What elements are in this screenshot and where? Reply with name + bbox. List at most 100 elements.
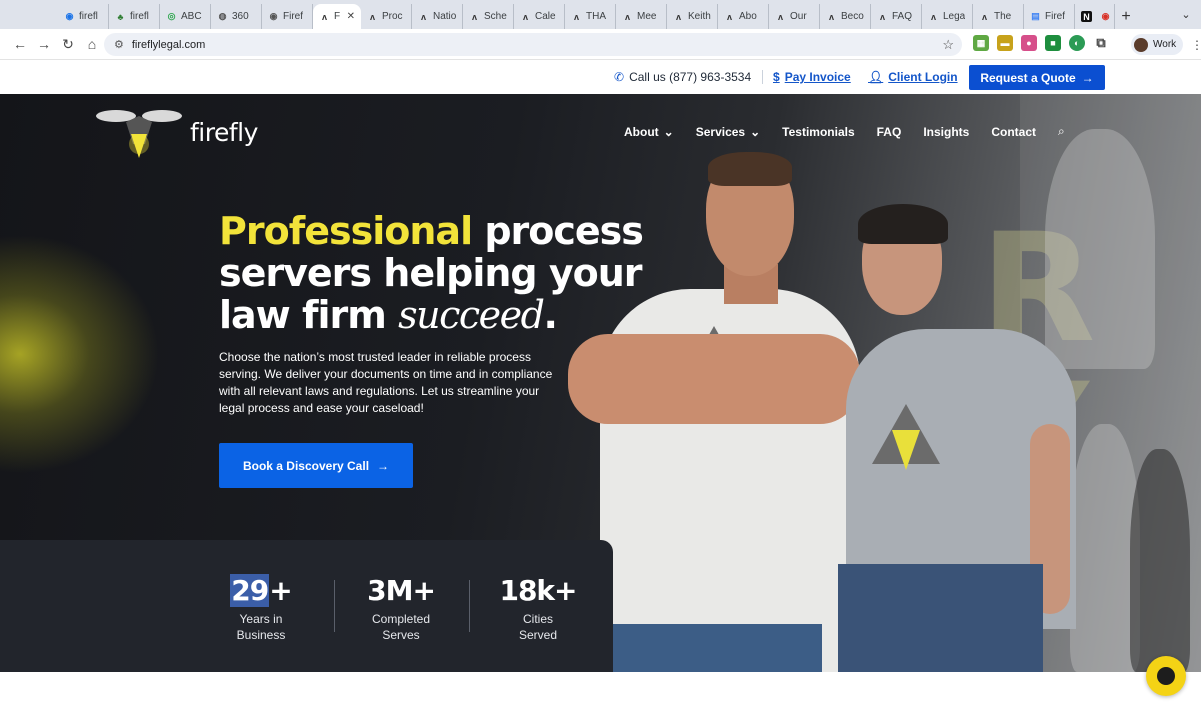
firefly-logo[interactable]: firefly — [96, 106, 258, 158]
call-us-link[interactable]: ✆ Call us (877) 963-3534 — [614, 70, 751, 84]
firefly-icon: ᴧ — [981, 11, 987, 22]
browser-tab[interactable]: ᴧ Natio — [412, 4, 463, 29]
request-quote-label: Request a Quote — [980, 70, 1076, 85]
browser-tab[interactable]: ᴧ Our — [769, 4, 820, 29]
back-arrow-icon[interactable]: ← — [8, 32, 32, 56]
site-info-icon[interactable]: ⚙ — [114, 38, 124, 51]
extension-card-icon[interactable]: ▬ — [997, 35, 1013, 51]
chevron-down-icon: ⌄ — [663, 124, 674, 139]
stats-panel: 29+ Years in Business 3M+ Completed Serves… — [0, 540, 613, 672]
browser-tab[interactable]: ◍ 360 — [211, 4, 262, 29]
firefly-icon: ᴧ — [522, 11, 528, 22]
firefly-icon: ᴧ — [726, 11, 732, 22]
divider — [469, 580, 470, 632]
url-text[interactable]: fireflylegal.com — [132, 39, 205, 51]
browser-tab[interactable]: ᴧ FAQ — [871, 4, 922, 29]
stat-years: 29+ Years in Business — [226, 574, 296, 643]
hero-headline: Professional process servers helping you… — [219, 210, 649, 336]
bookmark-star-icon[interactable]: ☆ — [942, 37, 954, 53]
extension-flag-icon[interactable]: ■ — [1045, 35, 1061, 51]
arrow-right-icon: → — [377, 458, 390, 473]
stat-serves: 3M+ Completed Serves — [361, 574, 441, 643]
nav-item-contact[interactable]: Contact — [991, 125, 1036, 139]
browser-tab-active[interactable]: ᴧ F ✕ — [313, 4, 361, 29]
yellow-glow-decoration — [0, 234, 160, 474]
headline-italic: succeed — [398, 293, 545, 337]
nav-item-insights[interactable]: Insights — [923, 125, 969, 139]
stat-value-suffix: 18k+ — [499, 574, 577, 607]
browser-tab[interactable]: ᴧ THA — [565, 4, 616, 29]
woman-hair-photo — [858, 204, 948, 244]
nav-label: Contact — [991, 124, 1036, 139]
logo-wordmark: firefly — [190, 117, 258, 147]
browser-tab[interactable]: ᴧ Lega — [922, 4, 973, 29]
book-discovery-call-button[interactable]: Book a Discovery Call → — [219, 443, 413, 488]
recording-icon: ◉ — [1101, 11, 1110, 21]
close-tab-icon[interactable]: ✕ — [347, 11, 355, 22]
firefly-icon: ᴧ — [930, 11, 936, 22]
nav-item-faq[interactable]: FAQ — [877, 125, 902, 139]
home-icon[interactable]: ⌂ — [80, 32, 104, 56]
browser-tab[interactable]: ᴧ The — [973, 4, 1024, 29]
browser-tab[interactable]: ᴧ Proc — [361, 4, 412, 29]
stat-label: Completed Serves — [361, 611, 441, 643]
stat-label-line: Cities — [522, 612, 553, 626]
browser-tab[interactable]: ◎ ABC — [160, 4, 211, 29]
extension-color-icon[interactable]: ● — [1021, 35, 1037, 51]
browser-tab[interactable]: ▤ Firef — [1024, 4, 1075, 29]
firefly-icon: ᴧ — [777, 11, 783, 22]
tab-search-icon[interactable]: ⌄ — [1177, 6, 1195, 24]
firefly-icon: ᴧ — [369, 11, 375, 22]
nav-item-services[interactable]: Services ⌄ — [696, 125, 760, 139]
extension-circle-icon[interactable]: ◐ — [1069, 35, 1085, 51]
globe-icon: ◉ — [65, 11, 74, 21]
extensions-puzzle-icon[interactable]: ⧉ — [1093, 35, 1109, 51]
browser-tab[interactable]: ◉ firefl — [58, 4, 109, 29]
headline-text: law firm — [219, 293, 399, 337]
more-menu-icon[interactable]: ⋮ — [1191, 38, 1201, 52]
nav-label: Insights — [923, 124, 970, 139]
selected-text: 29 — [230, 574, 270, 607]
search-icon[interactable]: ⌕ — [1058, 124, 1065, 139]
man-arms-photo — [568, 334, 860, 424]
stat-label-line: Completed — [371, 612, 431, 626]
browser-tab[interactable]: ᴧ Keith — [667, 4, 718, 29]
nav-item-testimonials[interactable]: Testimonials — [782, 125, 854, 139]
firefly-icon: ᴧ — [624, 11, 630, 22]
browser-tab[interactable]: ᴧ Sche — [463, 4, 514, 29]
extension-green-icon[interactable]: ▦ — [973, 35, 989, 51]
pay-invoice-label: Pay Invoice — [784, 70, 851, 84]
pay-invoice-link[interactable]: $ Pay Invoice — [773, 70, 851, 84]
browser-tab[interactable]: ᴧ Mee — [616, 4, 667, 29]
firefly-icon: ᴧ — [879, 11, 885, 22]
nav-label: Testimonials — [782, 124, 855, 139]
profile-chip[interactable]: Work — [1131, 34, 1184, 55]
browser-toolbar: ← → ↻ ⌂ ⚙ fireflylegal.com ☆ ▦ ▬ ● ■ ◐ ⧉… — [0, 29, 1201, 60]
reload-icon[interactable]: ↻ — [56, 32, 80, 56]
browser-tab[interactable]: NR◉ — [1075, 4, 1115, 29]
chat-widget-button[interactable] — [1146, 656, 1186, 696]
hero-description: Choose the nation’s most trusted leader … — [219, 350, 553, 415]
stat-value-suffix: 3M+ — [367, 574, 436, 607]
client-login-link[interactable]: 👤︎ Client Login — [868, 70, 958, 84]
man-hair-photo — [708, 152, 792, 186]
headline-text: servers helping your — [219, 251, 642, 295]
browser-tab[interactable]: ᴧ Cale — [514, 4, 565, 29]
browser-tab[interactable]: ♣ firefl — [109, 4, 160, 29]
nav-item-about[interactable]: About ⌄ — [624, 125, 674, 139]
browser-tab[interactable]: ᴧ Beco — [820, 4, 871, 29]
new-tab-button[interactable]: + — [1115, 4, 1137, 29]
browser-tab-strip: ◉ firefl ♣ firefl ◎ ABC ◍ 360 ◉ Firef ᴧ F ✕ ᴧ Pr… — [0, 0, 1201, 29]
address-bar[interactable]: ⚙ fireflylegal.com ☆ — [104, 33, 962, 56]
forward-arrow-icon[interactable]: → — [32, 32, 56, 56]
arrow-right-icon: → — [1081, 70, 1094, 85]
request-quote-button[interactable]: Request a Quote → — [969, 65, 1105, 90]
stat-value: 29+ — [226, 574, 296, 607]
browser-tab[interactable]: ◉ Firef — [262, 4, 313, 29]
stat-label-line: Served — [518, 628, 558, 642]
stat-value: 3M+ — [361, 574, 441, 607]
firefly-logo-icon — [96, 110, 182, 158]
firefly-shirt-logo — [872, 404, 940, 470]
background-person-image — [1130, 449, 1190, 672]
browser-tab[interactable]: ᴧ Abo — [718, 4, 769, 29]
